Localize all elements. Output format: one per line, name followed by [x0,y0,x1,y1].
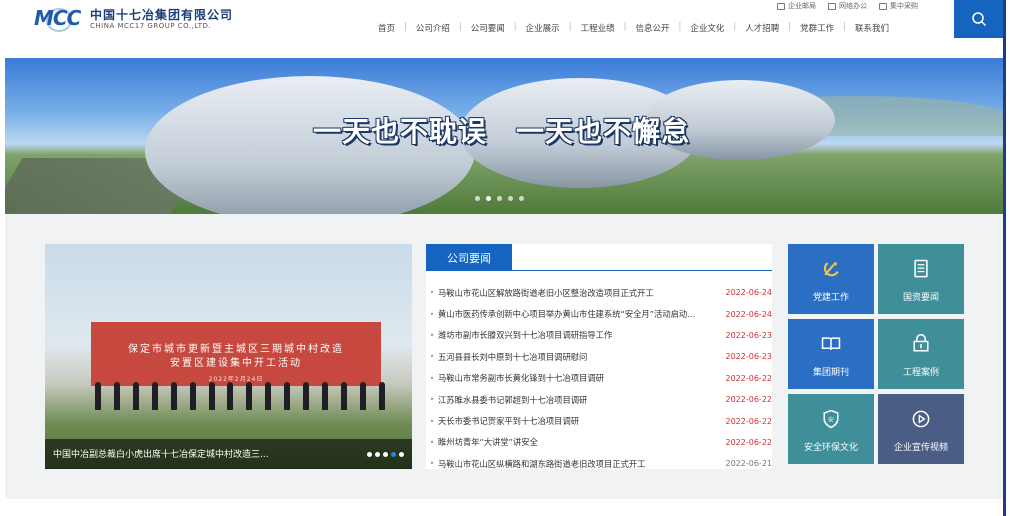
nav-showcase[interactable]: 企业展示 [517,22,569,34]
photo-dot-active[interactable] [391,452,396,457]
news-item[interactable]: • 天长市委书记贺家平到十七冶项目调研 2022-06-22 [426,410,772,431]
mcc-logo-mark: MCC [34,6,81,32]
tab-company-news[interactable]: 公司要闻 [426,244,512,271]
news-item[interactable]: • 马鞍山市常务副市长黄化锋到十七冶项目调研 2022-06-22 [426,368,772,389]
document-icon [908,256,934,282]
nav-news[interactable]: 公司要闻 [462,22,514,34]
nav-home[interactable]: 首页 [369,22,404,34]
company-name-en: CHINA MCC17 GROUP CO.,LTD. [90,21,212,30]
mail-icon [777,2,785,10]
page: MCC 中国十七冶集团有限公司 CHINA MCC17 GROUP CO.,LT… [0,0,1010,516]
news-item[interactable]: • 黄山市医药传承创新中心项目举办黄山市住建系统“安全月”活动启动... 2022-… [426,303,772,324]
news-item[interactable]: • 马鞍山市花山区纵横路和湖东路街道老旧改项目正式开工 2022-06-21 [426,453,772,474]
tile-group-journal[interactable]: 集团期刊 [788,319,874,389]
banner-dot[interactable] [475,196,480,201]
company-news: 公司要闻 • 马鞍山市花山区解放路街道老旧小区整治改造项目正式开工 2022-06-… [426,244,772,469]
tile-engineering-cases[interactable]: 工程案例 [878,319,964,389]
shield-icon: 安 [818,406,844,432]
photo-dots [367,452,404,457]
photo-caption[interactable]: 中国中冶副总裁白小虎出席十七冶保定城中村改造三... [53,447,313,460]
office-icon [828,2,836,10]
svg-text:安: 安 [828,416,834,424]
news-photo-slider[interactable]: 保定市城市更新暨主城区三期城中村改造 安置区建设集中开工活动 2022年2月24… [45,244,412,469]
photo-dot[interactable] [383,452,388,457]
logo[interactable]: MCC 中国十七冶集团有限公司 CHINA MCC17 GROUP CO.,LT… [34,6,233,32]
header: MCC 中国十七冶集团有限公司 CHINA MCC17 GROUP CO.,LT… [0,0,1010,40]
news-list: • 马鞍山市花山区解放路街道老旧小区整治改造项目正式开工 2022-06-24 • 黄… [426,282,772,475]
cart-icon [879,2,887,10]
banner-dot[interactable] [519,196,524,201]
company-name-cn: 中国十七冶集团有限公司 [90,7,234,22]
party-icon [818,256,844,282]
nav-culture[interactable]: 企业文化 [681,22,733,34]
play-icon [908,406,934,432]
banner-dot[interactable] [497,196,502,201]
top-link-mail[interactable]: 企业邮局 [777,1,816,11]
tile-state-assets-news[interactable]: 国资要闻 [878,244,964,314]
tile-promo-video[interactable]: 企业宣传视频 [878,394,964,464]
book-icon [818,331,844,357]
search-icon [972,12,987,27]
nav-projects[interactable]: 工程业绩 [572,22,624,34]
banner-dots [475,196,524,201]
photo-dot[interactable] [367,452,372,457]
nav-party[interactable]: 党群工作 [791,22,843,34]
news-item[interactable]: • 五河县县长刘中原到十七冶项目调研慰问 2022-06-23 [426,346,772,367]
nav-about[interactable]: 公司介绍 [407,22,459,34]
top-link-purchase[interactable]: 集中采购 [879,1,918,11]
news-item[interactable]: • 马鞍山市花山区解放路街道老旧小区整治改造项目正式开工 2022-06-24 [426,282,772,303]
hero-banner[interactable]: 一天也不耽误 一天也不懈怠 [5,58,1003,214]
search-button[interactable] [954,0,1004,38]
banner-dot[interactable] [508,196,513,201]
news-item[interactable]: • 睢州坊青年“大讲堂”讲安全 2022-06-22 [426,432,772,453]
tile-party-work[interactable]: 党建工作 [788,244,874,314]
tile-safety-culture[interactable]: 安 安全环保文化 [788,394,874,464]
nav-careers[interactable]: 人才招聘 [736,22,788,34]
event-board: 保定市城市更新暨主城区三期城中村改造 安置区建设集中开工活动 2022年2月24… [91,322,381,386]
news-item[interactable]: • 江苏睢水县委书记郭超到十七冶项目调研 2022-06-22 [426,389,772,410]
top-links: 企业邮局 网络办公 集中采购 [777,1,918,11]
nav-contact[interactable]: 联系我们 [846,22,898,34]
photo-dot[interactable] [399,452,404,457]
main-nav: 首页 | 公司介绍 | 公司要闻 | 企业展示 | 工程业绩 | 信息公开 | 企业文化 | … [369,22,898,34]
quick-links: 党建工作 国资要闻 集团期刊 工程案例 安 安全环保文化 企业宣传视频 [788,244,964,464]
top-link-office[interactable]: 网络办公 [828,1,867,11]
page-right-edge [1003,0,1006,516]
banner-dot-active[interactable] [486,196,491,201]
photo-dot[interactable] [375,452,380,457]
case-icon [908,331,934,357]
banner-slogan: 一天也不耽误 一天也不懈怠 [313,115,691,148]
news-item[interactable]: • 潍坊市副市长滕双兴到十七冶项目调研指导工作 2022-06-23 [426,325,772,346]
nav-disclosure[interactable]: 信息公开 [626,22,678,34]
